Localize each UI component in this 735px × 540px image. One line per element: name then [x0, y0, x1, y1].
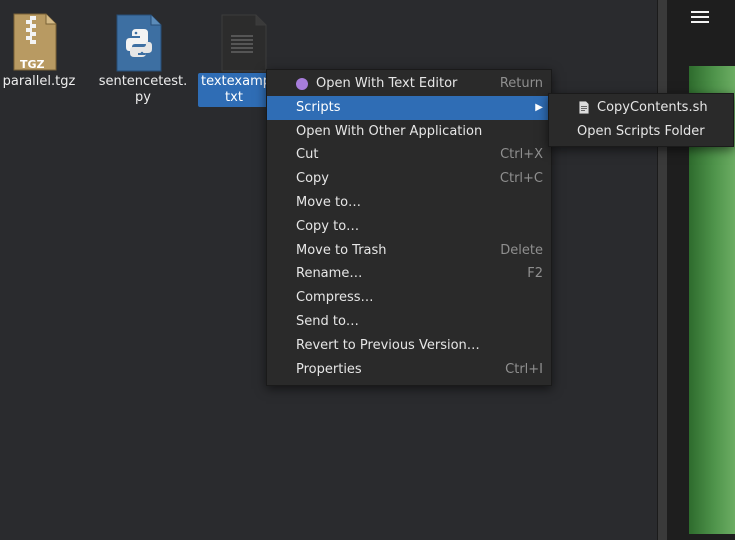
menu-item-label: Move to… [296, 194, 362, 210]
file-label: parallel.tgz [2, 74, 76, 89]
menu-item-compress[interactable]: Compress… [267, 286, 551, 310]
menu-item-shortcut: Delete [500, 242, 543, 258]
menu-item-scripts[interactable]: Scripts ▶ [267, 95, 551, 120]
menu-item-shortcut: Ctrl+X [500, 147, 543, 163]
submenu-item-label: CopyContents.sh [597, 100, 708, 115]
menu-item-revert-to-previous-version[interactable]: Revert to Previous Version… [267, 334, 551, 358]
menu-item-label: Compress… [296, 290, 374, 306]
menu-item-cut[interactable]: Cut Ctrl+X [267, 143, 551, 167]
menu-item-properties[interactable]: Properties Ctrl+I [267, 358, 551, 382]
menu-item-send-to[interactable]: Send to… [267, 310, 551, 334]
submenu-item-label: Open Scripts Folder [577, 124, 705, 139]
menu-item-label: Move to Trash [296, 242, 387, 258]
python-file-icon [116, 14, 162, 72]
file-textexample-txt[interactable]: textexamp txt [195, 0, 271, 110]
submenu-arrow-icon: ▶ [535, 101, 543, 113]
file-sentencetest-py[interactable]: sentencetest. py [95, 0, 187, 110]
text-file-icon [221, 14, 267, 72]
menu-item-label: Send to… [296, 313, 359, 329]
file-label: textexamp txt [198, 73, 271, 107]
hamburger-icon[interactable] [691, 8, 709, 26]
menu-item-move-to-trash[interactable]: Move to Trash Delete [267, 239, 551, 263]
submenu-item-open-scripts-folder[interactable]: Open Scripts Folder [549, 120, 733, 144]
file-parallel-tgz[interactable]: TGZ parallel.tgz [0, 0, 75, 110]
menu-item-label: Revert to Previous Version… [296, 337, 480, 353]
menu-item-shortcut: Ctrl+I [505, 361, 543, 377]
menu-item-label: Copy to… [296, 218, 360, 234]
scripts-submenu: CopyContents.sh Open Scripts Folder [548, 93, 734, 147]
menu-item-shortcut: Ctrl+C [499, 171, 543, 187]
menu-item-copy[interactable]: Copy Ctrl+C [267, 167, 551, 191]
menu-item-label: Rename… [296, 266, 363, 282]
file-label: sentencetest. py [98, 74, 188, 105]
menu-item-label: Open With Text Editor [316, 76, 458, 91]
menu-item-label: Scripts [296, 99, 341, 115]
menu-item-open-with-other-application[interactable]: Open With Other Application [267, 120, 551, 144]
menu-item-rename[interactable]: Rename… F2 [267, 262, 551, 286]
menu-item-copy-to[interactable]: Copy to… [267, 215, 551, 239]
submenu-item-copycontents-sh[interactable]: CopyContents.sh [549, 96, 733, 120]
text-editor-icon [296, 78, 308, 90]
script-file-icon [579, 101, 589, 114]
context-menu: Open With Text Editor Return Scripts ▶ O… [266, 69, 552, 387]
menu-item-label: Copy [296, 171, 329, 187]
file-badge-tgz: TGZ [20, 58, 45, 71]
menu-item-shortcut: Return [499, 76, 543, 91]
menu-item-move-to[interactable]: Move to… [267, 191, 551, 215]
menu-item-label: Open With Other Application [296, 123, 483, 139]
menu-item-label: Properties [296, 361, 362, 377]
menu-item-shortcut: F2 [527, 266, 543, 282]
menu-item-open-with-text-editor[interactable]: Open With Text Editor Return [267, 72, 551, 96]
menu-item-label: Cut [296, 147, 319, 163]
